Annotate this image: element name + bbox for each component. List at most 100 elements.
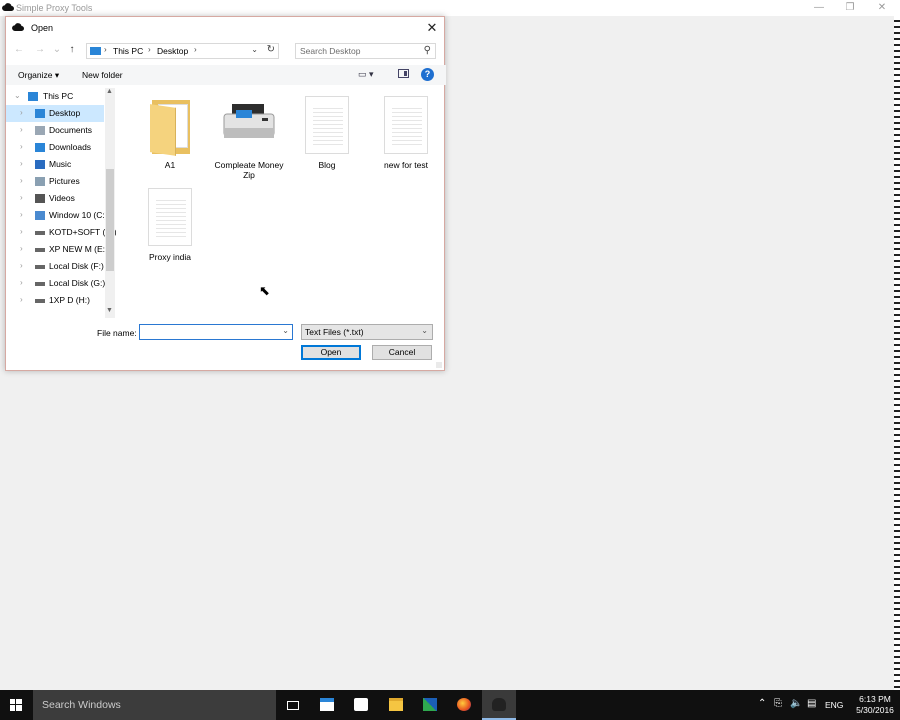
resize-grip[interactable] [436,362,442,368]
file-name: Compleate Money Zip [214,160,284,180]
nav-item-documents[interactable]: › Documents [6,122,104,139]
back-button[interactable]: ← [12,43,26,57]
chevron-right-icon[interactable]: › [20,176,23,185]
nav-item-videos[interactable]: › Videos [6,190,104,207]
address-bar[interactable]: › This PC › Desktop › ⌄ ↻ [86,43,279,59]
organize-button[interactable]: Organize ▾ [18,70,59,81]
search-icon[interactable]: ⚲ [424,45,431,56]
search-input[interactable] [300,46,415,56]
nav-item-kotd-soft-d[interactable]: › KOTD+SOFT (D:) [6,224,116,241]
drive-icon [35,282,45,286]
nav-item-label: Videos [49,193,75,203]
breadcrumb-desktop[interactable]: Desktop [157,46,188,56]
file-name-input[interactable] [143,327,273,337]
file-list: A1 Compleate Money Zip Blog new for test Pro… [118,88,445,318]
taskbar-app-button[interactable] [276,690,310,720]
dialog-close-button[interactable]: ✕ [424,19,440,37]
taskbar-app-button[interactable] [344,690,378,720]
file-item[interactable]: Proxy india [133,188,207,262]
chevron-right-icon[interactable]: › [20,159,23,168]
breadcrumb-this-pc[interactable]: This PC [113,46,143,56]
chevron-down-icon[interactable]: ⌄ [251,45,258,54]
folder-icon [146,96,194,156]
nav-item-1xp-d-h[interactable]: › 1XP D (H:) [6,292,104,309]
downloads-icon [35,143,45,152]
dialog-titlebar[interactable]: Open ✕ [6,17,444,39]
taskbar-app-button[interactable] [310,690,344,720]
file-name: Proxy india [148,252,192,262]
file-item[interactable]: new for test [369,96,443,170]
file-name: Blog [318,160,336,170]
taskbar-app-button[interactable] [447,690,481,720]
app-close-button[interactable]: ✕ [866,0,898,16]
nav-item-local-disk-f[interactable]: › Local Disk (F:) [6,258,104,275]
proxy-tool-icon [492,698,506,711]
file-item[interactable]: Blog [290,96,364,170]
refresh-icon[interactable]: ↻ [267,44,275,55]
nav-item-local-disk-g[interactable]: › Local Disk (G:) [6,275,105,292]
chevron-down-icon[interactable]: ⌄ [14,91,21,100]
chevron-right-icon[interactable]: › [20,295,23,304]
scroll-thumb[interactable] [106,169,114,271]
search-box[interactable]: ⚲ [295,43,436,59]
chevron-right-icon[interactable]: › [20,210,23,219]
chevron-down-icon[interactable]: ⌄ [421,326,428,335]
news-app-icon [320,698,334,711]
start-button[interactable] [0,690,33,720]
scroll-up-icon[interactable]: ▲ [106,88,113,95]
file-name: A1 [164,160,176,170]
up-button[interactable]: ↑ [65,43,79,57]
cloud-icon [12,23,24,32]
desktop-icon [35,109,45,118]
nav-item-desktop[interactable]: › Desktop [6,105,104,122]
forward-button[interactable]: → [33,43,47,57]
chevron-right-icon[interactable]: › [20,193,23,202]
task-view-icon [287,701,299,710]
help-icon[interactable]: ? [421,68,434,81]
file-item[interactable]: A1 [133,96,207,170]
preview-pane-icon[interactable] [398,69,409,78]
file-name-combo[interactable]: ⌄ [139,324,293,340]
nav-item-xp-new-m-e[interactable]: › XP NEW M (E:) [6,241,108,258]
change-view-icon[interactable]: ▭ ▾ [358,69,374,80]
nav-item-window-10-c[interactable]: › Window 10 (C:) [6,207,108,224]
chevron-right-icon[interactable]: › [20,278,23,287]
dialog-title: Open [31,23,54,33]
store-icon [354,698,368,711]
taskbar-search[interactable]: Search Windows [33,690,276,720]
chevron-right-icon[interactable]: › [20,261,23,270]
network-icon[interactable]: ⎘ [774,698,782,709]
chevron-right-icon[interactable]: › [20,227,23,236]
taskbar-app-button[interactable] [482,690,516,720]
chevron-right-icon[interactable]: › [20,125,23,134]
nav-item-downloads[interactable]: › Downloads [6,139,104,156]
action-center-icon[interactable]: ▤ [807,698,816,709]
clock-date: 5/30/2016 [856,705,894,715]
taskbar-app-button[interactable] [379,690,413,720]
minimize-button[interactable]: — [803,0,835,16]
cancel-button[interactable]: Cancel [372,345,432,360]
nav-item-pictures[interactable]: › Pictures [6,173,104,190]
language-indicator[interactable]: ENG [825,700,843,710]
clock[interactable]: 6:13 PM 5/30/2016 [852,694,898,716]
restore-button[interactable]: ❐ [834,0,866,16]
open-button[interactable]: Open [301,345,361,360]
show-hidden-icons-icon[interactable]: ⌃ [758,698,766,709]
new-folder-button[interactable]: New folder [82,70,123,80]
file-type-select[interactable]: Text Files (*.txt) ⌄ [301,324,433,340]
file-item[interactable]: Compleate Money Zip [212,96,286,180]
chevron-down-icon[interactable]: ⌄ [282,326,289,335]
recent-locations-button[interactable]: ⌄ [50,43,64,57]
chevron-right-icon[interactable]: › [20,244,23,253]
green-app-icon [423,698,437,711]
chevron-right-icon[interactable]: › [20,142,23,151]
scroll-down-icon[interactable]: ▼ [106,307,113,314]
nav-item-music[interactable]: › Music [6,156,104,173]
volume-icon[interactable]: 🔈 [790,698,802,709]
nav-scrollbar[interactable]: ▲ ▼ [105,88,115,318]
command-bar: Organize ▾ New folder ▭ ▾ ? [6,65,446,85]
file-type-value: Text Files (*.txt) [305,327,364,337]
chevron-right-icon[interactable]: › [20,108,23,117]
taskbar-app-button[interactable] [413,690,447,720]
nav-item-this-pc[interactable]: ⌄ This PC [6,88,104,105]
